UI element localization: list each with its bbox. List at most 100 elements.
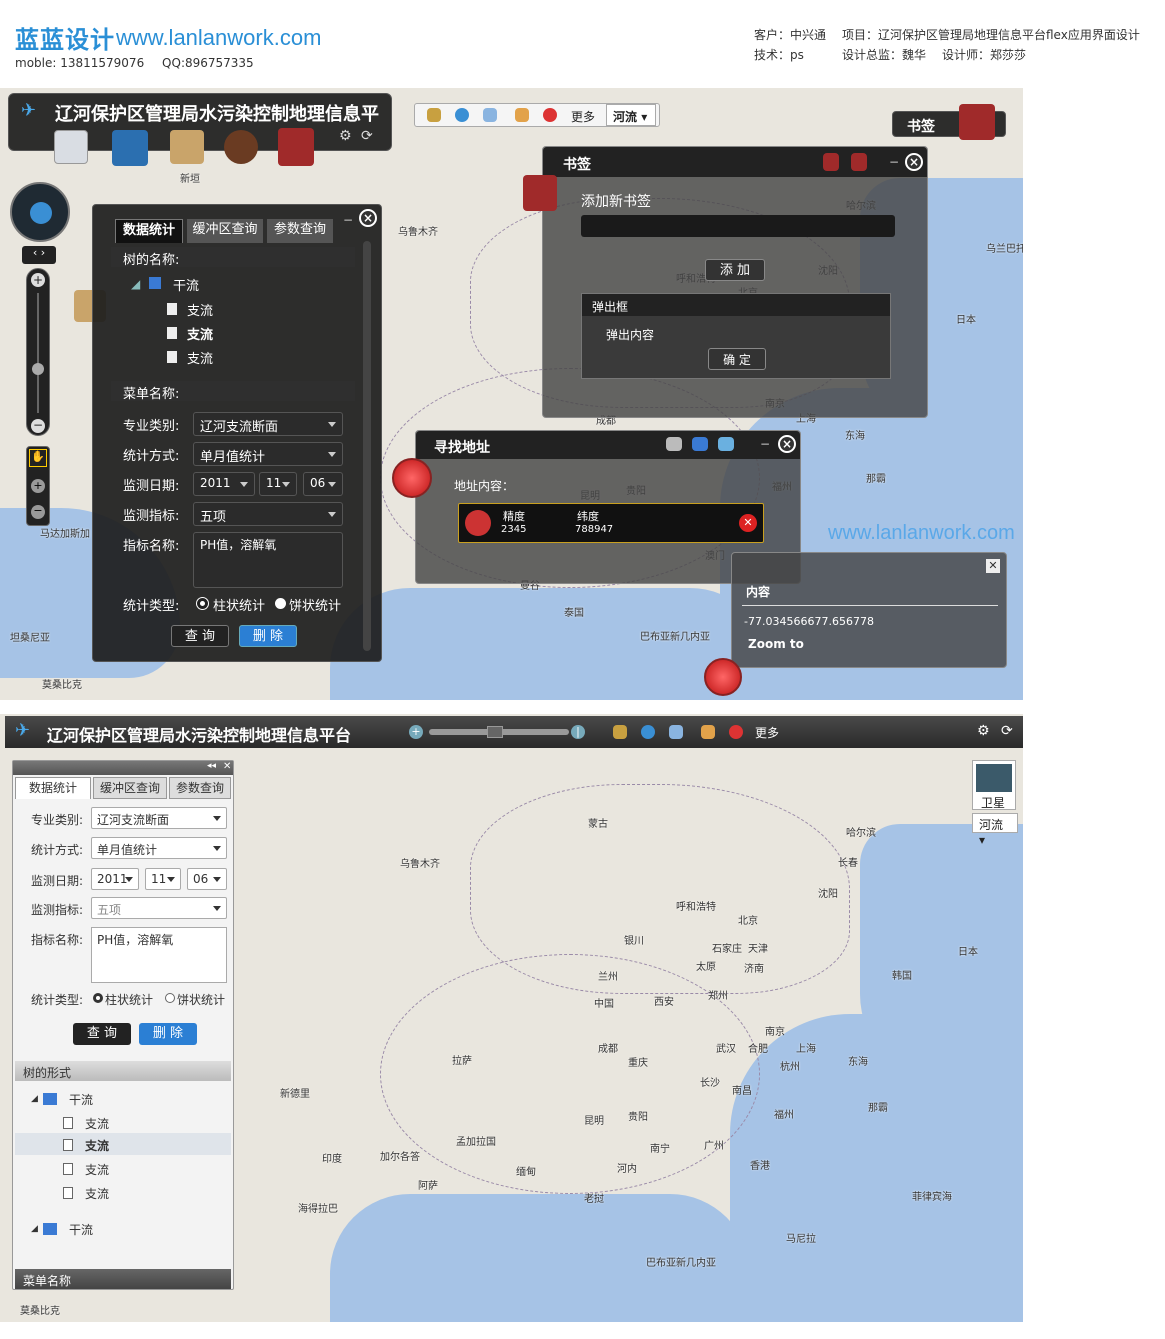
book-icon[interactable] xyxy=(823,153,839,171)
radio-pie[interactable] xyxy=(275,598,286,609)
category-select[interactable]: 辽河支流断面 xyxy=(91,807,227,829)
zoom-out-icon[interactable]: − xyxy=(31,419,45,433)
delete-result-icon[interactable]: ✕ xyxy=(739,514,757,532)
map-type-select[interactable]: 河流 ▾ xyxy=(606,104,656,126)
close-icon[interactable]: × xyxy=(359,209,377,227)
pin-icon[interactable] xyxy=(729,725,743,739)
radio-pie[interactable] xyxy=(165,993,175,1003)
close-icon[interactable]: × xyxy=(778,435,796,453)
tab-data-stats[interactable]: 数据统计 xyxy=(15,777,91,799)
zoom-thumb[interactable] xyxy=(487,726,503,738)
table-icon[interactable] xyxy=(718,437,734,451)
close-icon[interactable]: ✕ xyxy=(986,559,1000,573)
tree-expand-icon[interactable]: ◢ xyxy=(131,277,140,291)
year-select[interactable]: 2011 xyxy=(193,472,255,496)
camera-tool-icon[interactable] xyxy=(112,130,148,166)
index-select[interactable]: 五项 xyxy=(91,897,227,919)
tree-root[interactable]: 干流 xyxy=(69,1091,93,1108)
tree-expand-icon[interactable]: ◢ xyxy=(31,1224,38,1234)
tree-root[interactable]: 干流 xyxy=(173,275,199,294)
map-tool-icon[interactable] xyxy=(54,130,88,164)
pan-control[interactable] xyxy=(10,182,70,242)
radio-bar-checked[interactable] xyxy=(197,598,208,609)
bookmark-name-input[interactable] xyxy=(581,215,895,237)
zoom-slider[interactable]: + − xyxy=(26,268,50,436)
car-icon[interactable] xyxy=(666,437,682,451)
tree-section-header[interactable]: 树的形式 xyxy=(15,1061,231,1081)
address-result[interactable]: 精度 2345 纬度 788947 ✕ xyxy=(458,503,764,543)
measure-icon[interactable] xyxy=(515,108,529,122)
name-textarea[interactable]: PH值，溶解氧 xyxy=(193,532,343,588)
method-select[interactable]: 单月值统计 xyxy=(193,442,343,466)
tab-param-query[interactable]: 参数查询 xyxy=(267,219,333,243)
zoom-thumb[interactable] xyxy=(32,363,44,375)
tree-expand-icon[interactable]: ◢ xyxy=(31,1094,38,1104)
bookmark-tool-icon[interactable] xyxy=(278,128,314,166)
day-select[interactable]: 06 xyxy=(303,472,343,496)
day-select[interactable]: 06 xyxy=(187,868,227,890)
tree-child[interactable]: 支流 xyxy=(85,1115,109,1132)
bookmark-tab[interactable]: 书签 xyxy=(892,104,1006,140)
tab-param-query[interactable]: 参数查询 xyxy=(169,777,231,799)
refresh-icon[interactable]: ⟳ xyxy=(1001,723,1013,739)
minimize-icon[interactable]: − xyxy=(343,213,353,227)
screen-icon[interactable] xyxy=(669,725,683,739)
scrollbar[interactable] xyxy=(363,241,371,651)
query-button[interactable]: 查 询 xyxy=(171,625,229,647)
layer-icon[interactable] xyxy=(613,725,627,739)
category-select[interactable]: 辽河支流断面 xyxy=(193,412,343,436)
menu-section-header[interactable]: 菜单名称 xyxy=(15,1269,231,1289)
add-book-icon[interactable] xyxy=(851,153,867,171)
hand-icon[interactable]: ✋ xyxy=(29,449,47,467)
satellite-toggle[interactable]: 卫星 xyxy=(972,760,1016,810)
zoom-in-icon[interactable]: + xyxy=(31,273,45,287)
pin-icon[interactable] xyxy=(543,108,557,122)
pin-icon[interactable] xyxy=(692,437,708,451)
layer-icon[interactable] xyxy=(427,108,441,122)
close-icon[interactable]: × xyxy=(905,153,923,171)
tree-child-selected[interactable]: 支流 xyxy=(85,1137,109,1154)
tab-buffer-query[interactable]: 缓冲区查询 xyxy=(187,219,263,243)
tree-child[interactable]: 支流 xyxy=(187,348,213,367)
globe-icon[interactable] xyxy=(641,725,655,739)
method-select[interactable]: 单月值统计 xyxy=(91,837,227,859)
tree-root-2[interactable]: 干流 xyxy=(69,1221,93,1238)
settings-icon[interactable]: ⚙ xyxy=(339,128,352,144)
arrow-toggle[interactable]: ‹ › xyxy=(22,246,56,264)
map-marker-icon[interactable] xyxy=(704,658,742,696)
settings-icon[interactable]: ⚙ xyxy=(977,723,990,739)
zoom-to-link[interactable]: Zoom to xyxy=(748,637,804,651)
minimize-icon[interactable]: − xyxy=(889,155,899,169)
route-tool-icon[interactable] xyxy=(170,130,204,164)
more-button[interactable]: 更多 xyxy=(755,724,779,741)
tree-child[interactable]: 支流 xyxy=(187,300,213,319)
delete-button[interactable]: 删 除 xyxy=(239,625,297,647)
more-button[interactable]: 更多 xyxy=(571,108,595,125)
tab-buffer-query[interactable]: 缓冲区查询 xyxy=(93,777,167,799)
minimize-icon[interactable]: − xyxy=(760,437,770,451)
ok-button[interactable]: 确 定 xyxy=(708,348,766,370)
refresh-icon[interactable]: ⟳ xyxy=(361,128,373,144)
query-button[interactable]: 查 询 xyxy=(73,1023,131,1045)
name-textarea[interactable]: PH值，溶解氧 xyxy=(91,927,227,983)
index-select[interactable]: 五项 xyxy=(193,502,343,526)
zoom-out-icon[interactable]: | xyxy=(571,725,585,739)
tree-child[interactable]: 支流 xyxy=(85,1185,109,1202)
tab-data-stats[interactable]: 数据统计 xyxy=(115,219,183,243)
month-select[interactable]: 11 xyxy=(259,472,297,496)
screen-icon[interactable] xyxy=(483,108,497,122)
add-button[interactable]: 添 加 xyxy=(705,259,765,281)
delete-button[interactable]: 删 除 xyxy=(139,1023,197,1045)
month-select[interactable]: 11 xyxy=(145,868,181,890)
zoom-box-in-icon[interactable]: + xyxy=(31,479,45,493)
close-icon[interactable]: ✕ xyxy=(223,761,231,772)
tree-row-selected[interactable] xyxy=(15,1133,231,1155)
tree-child[interactable]: 支流 xyxy=(85,1161,109,1178)
globe-icon[interactable] xyxy=(455,108,469,122)
measure-icon[interactable] xyxy=(701,725,715,739)
zoom-box-out-icon[interactable]: − xyxy=(31,505,45,519)
tree-child-selected[interactable]: 支流 xyxy=(187,324,213,343)
compass-tool-icon[interactable] xyxy=(224,130,258,164)
collapse-icon[interactable]: ◂◂ xyxy=(207,761,216,771)
radio-bar-checked[interactable] xyxy=(93,993,103,1003)
